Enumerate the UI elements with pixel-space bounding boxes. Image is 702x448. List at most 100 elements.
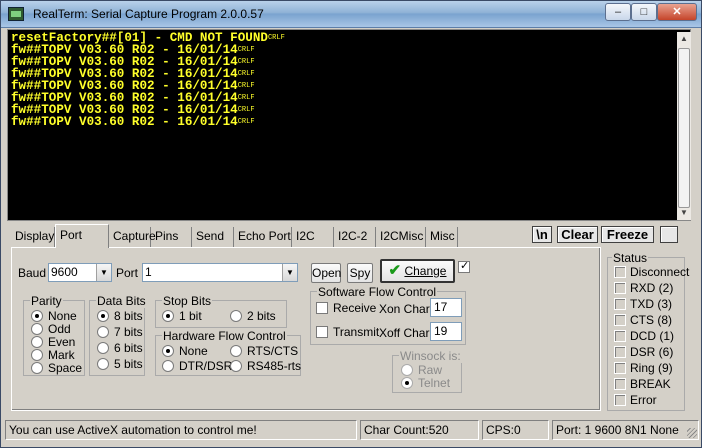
radio-icon: [31, 323, 43, 335]
status-bar: You can use ActiveX automation to contro…: [5, 420, 699, 440]
stopbits-2-label: 2 bits: [247, 309, 276, 323]
xon-label: Xon Char:: [379, 302, 434, 316]
tab-misc[interactable]: Misc: [426, 227, 458, 247]
parity-option-space[interactable]: Space: [31, 362, 82, 375]
databits-5-label: 5 bits: [114, 357, 143, 371]
hwflow-dtrdsr-label: DTR/DSR: [179, 359, 233, 373]
xon-char-input[interactable]: 17: [430, 298, 462, 317]
crlf-marker: CRLF: [237, 94, 255, 102]
parity-odd-label: Odd: [48, 322, 71, 336]
parity-mark-label: Mark: [48, 348, 75, 362]
databits-option-8[interactable]: 8 bits: [97, 310, 143, 323]
hwflow-option-rs485[interactable]: RS485-rts: [230, 360, 301, 373]
radio-icon: [230, 360, 242, 372]
resize-grip-icon[interactable]: [687, 428, 697, 438]
status-dcd-label: DCD (1): [630, 329, 674, 343]
databits-option-5[interactable]: 5 bits: [97, 358, 143, 371]
transmit-checkbox[interactable]: Transmit: [316, 326, 379, 339]
status-error: Error: [614, 394, 657, 408]
change-checkbox[interactable]: ✓: [458, 260, 470, 273]
stopbits-caption: Stop Bits: [162, 294, 213, 308]
radio-selected-icon: [162, 310, 174, 322]
hwflow-option-dtrdsr[interactable]: DTR/DSR: [162, 360, 232, 373]
change-button[interactable]: ✔ Change: [380, 259, 455, 283]
tab-send[interactable]: Send: [192, 227, 234, 247]
chevron-down-icon[interactable]: ▼: [282, 264, 297, 281]
stopbits-option-2[interactable]: 2 bits: [230, 310, 276, 323]
tab-capture[interactable]: Capture: [109, 227, 156, 247]
stopbits-option-1[interactable]: 1 bit: [162, 310, 202, 323]
open-button[interactable]: Open: [311, 263, 341, 283]
receive-checkbox[interactable]: Receive: [316, 302, 376, 315]
baud-value: 9600: [51, 265, 78, 279]
radio-icon: [31, 349, 43, 361]
winsock-group: Winsock is: Raw Telnet: [392, 349, 462, 393]
clear-button[interactable]: Clear: [557, 226, 598, 243]
winsock-caption: Winsock is:: [399, 349, 462, 363]
tab-echo-port[interactable]: Echo Port: [234, 227, 292, 247]
xoff-label: Xoff Char:: [379, 326, 433, 340]
databits-option-7[interactable]: 7 bits: [97, 326, 143, 339]
tab-display[interactable]: Display: [11, 227, 55, 247]
xoff-char-input[interactable]: 19: [430, 322, 462, 341]
tab-i2c[interactable]: I2C: [292, 227, 334, 247]
baud-label: Baud: [18, 266, 47, 280]
freeze-button[interactable]: Freeze: [601, 226, 654, 243]
tab-i2cmisc[interactable]: I2CMisc: [376, 227, 426, 247]
status-dsr: DSR (6): [614, 346, 673, 360]
status-txd: TXD (3): [614, 298, 672, 312]
status-ring: Ring (9): [614, 362, 673, 376]
tab-i2c-2[interactable]: I2C-2: [334, 227, 376, 247]
maximize-button[interactable]: □: [631, 3, 657, 21]
terminal-display[interactable]: resetFactory##[01] - CMD NOT FOUNDCRLF fw…: [7, 29, 691, 221]
app-window: RealTerm: Serial Capture Program 2.0.0.5…: [0, 0, 702, 448]
indicator-icon: [614, 266, 626, 278]
parity-caption: Parity: [30, 294, 63, 308]
receive-label: Receive: [333, 301, 377, 315]
hwflow-none-label: None: [179, 344, 208, 358]
indicator-icon: [614, 298, 626, 310]
terminal-scrollbar[interactable]: ▲ ▼: [677, 32, 691, 220]
scroll-down-icon[interactable]: ▼: [677, 206, 691, 220]
crlf-marker: CRLF: [237, 106, 255, 114]
crlf-marker: CRLF: [237, 70, 255, 78]
extra-button[interactable]: [660, 226, 678, 243]
port-select[interactable]: 1 ▼: [142, 263, 298, 282]
window-title: RealTerm: Serial Capture Program 2.0.0.5…: [33, 7, 264, 21]
title-bar[interactable]: RealTerm: Serial Capture Program 2.0.0.5…: [1, 1, 701, 28]
chevron-down-icon[interactable]: ▼: [96, 264, 111, 281]
port-info: Port: 1 9600 8N1 None: [552, 420, 699, 440]
scroll-up-icon[interactable]: ▲: [677, 32, 691, 46]
baud-select[interactable]: 9600 ▼: [48, 263, 112, 282]
databits-option-6[interactable]: 6 bits: [97, 342, 143, 355]
app-icon: [8, 7, 24, 21]
status-cts: CTS (8): [614, 314, 672, 328]
radio-icon: [97, 342, 109, 354]
stopbits-group: Stop Bits 1 bit 2 bits: [155, 294, 287, 328]
status-break: BREAK: [614, 378, 671, 392]
winsock-option-telnet[interactable]: Telnet: [401, 377, 450, 390]
tab-port[interactable]: Port: [55, 224, 109, 248]
databits-7-label: 7 bits: [114, 325, 143, 339]
status-dcd: DCD (1): [614, 330, 674, 344]
minimize-button[interactable]: –: [605, 3, 631, 21]
hwflow-option-rtscts[interactable]: RTS/CTS: [230, 345, 298, 358]
indicator-icon: [614, 346, 626, 358]
winsock-telnet-label: Telnet: [418, 376, 451, 390]
tab-pins[interactable]: Pins: [151, 227, 192, 247]
hwflow-option-none[interactable]: None: [162, 345, 208, 358]
port-value: 1: [145, 265, 152, 279]
crlf-marker: CRLF: [237, 82, 255, 90]
databits-8-label: 8 bits: [114, 309, 143, 323]
crlf-marker: CRLF: [237, 118, 255, 126]
close-button[interactable]: ✕: [657, 3, 697, 21]
status-error-label: Error: [630, 393, 657, 407]
terminal-line-text: fw##TOPV V03.60 R02 - 16/01/14: [11, 115, 238, 129]
newline-button[interactable]: \n: [532, 226, 552, 243]
spy-button[interactable]: Spy: [347, 263, 373, 283]
winsock-raw-label: Raw: [418, 363, 443, 377]
indicator-icon: [614, 282, 626, 294]
scroll-thumb[interactable]: [678, 48, 690, 208]
checkbox-icon: [316, 302, 328, 314]
status-disconnect-label: Disconnect: [630, 265, 690, 279]
